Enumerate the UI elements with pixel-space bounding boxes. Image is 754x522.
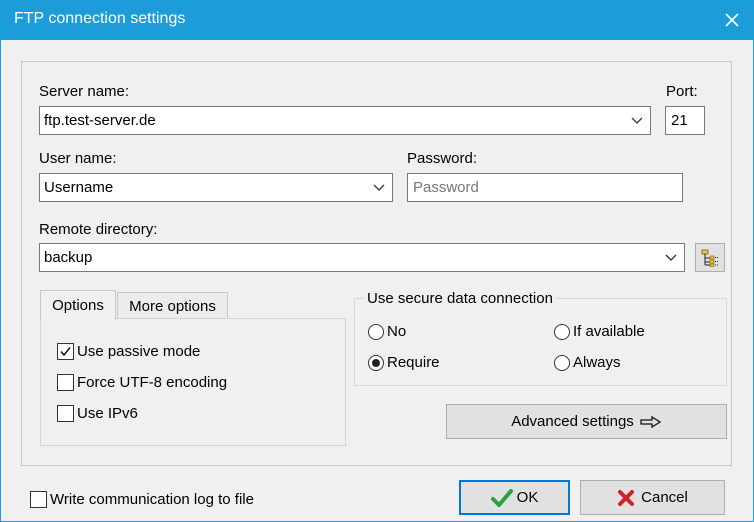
close-button[interactable]: [710, 0, 754, 40]
force-utf8-checkbox[interactable]: Force UTF-8 encoding: [57, 374, 227, 391]
radio-selected-icon: [368, 354, 384, 371]
secure-if-available-radio[interactable]: If available: [554, 323, 645, 340]
close-icon: [725, 13, 739, 27]
use-ipv6-label: Use IPv6: [77, 405, 138, 422]
port-label: Port:: [666, 83, 698, 100]
browse-directory-button[interactable]: [695, 243, 725, 272]
use-passive-mode-checkbox[interactable]: Use passive mode: [57, 343, 200, 360]
chevron-down-icon[interactable]: [658, 244, 684, 271]
checkmark-icon: [490, 488, 513, 507]
server-name-combobox[interactable]: ftp.test-server.de: [39, 106, 651, 135]
secure-always-radio[interactable]: Always: [554, 354, 621, 371]
tab-more-options[interactable]: More options: [117, 292, 228, 320]
checkbox-unchecked-icon: [57, 374, 74, 391]
tab-options[interactable]: Options: [40, 290, 116, 320]
ok-button[interactable]: OK: [459, 480, 570, 515]
force-utf8-label: Force UTF-8 encoding: [77, 374, 228, 391]
arrow-right-icon: [640, 415, 662, 428]
secure-require-label: Require: [387, 354, 440, 371]
remote-directory-combobox[interactable]: backup: [39, 243, 685, 272]
port-value: 21: [671, 112, 688, 129]
cancel-button[interactable]: Cancel: [580, 480, 725, 515]
radio-unselected-icon: [368, 323, 384, 340]
secure-always-label: Always: [573, 354, 621, 371]
secure-if-available-label: If available: [573, 323, 645, 340]
secure-connection-title: Use secure data connection: [364, 290, 556, 307]
remote-directory-value: backup: [44, 249, 93, 266]
chevron-down-icon[interactable]: [624, 107, 650, 134]
password-field[interactable]: Password: [407, 173, 683, 202]
password-label: Password:: [407, 150, 478, 167]
secure-no-label: No: [387, 323, 407, 340]
write-log-checkbox[interactable]: Write communication log to file: [30, 491, 254, 508]
user-name-label: User name:: [39, 150, 117, 167]
password-placeholder: Password: [413, 179, 479, 196]
advanced-settings-button[interactable]: Advanced settings: [446, 404, 727, 439]
use-passive-mode-label: Use passive mode: [77, 343, 201, 360]
advanced-settings-label: Advanced settings: [511, 413, 634, 430]
x-mark-icon: [618, 489, 635, 506]
checkbox-unchecked-icon: [30, 491, 47, 508]
chevron-down-icon[interactable]: [366, 174, 392, 201]
write-log-label: Write communication log to file: [50, 491, 254, 508]
cancel-label: Cancel: [641, 489, 688, 506]
window-title: FTP connection settings: [14, 10, 186, 27]
user-name-combobox[interactable]: Username: [39, 173, 393, 202]
radio-unselected-icon: [554, 354, 570, 371]
user-name-value: Username: [44, 179, 114, 196]
ok-label: OK: [516, 489, 539, 506]
secure-no-radio[interactable]: No: [368, 323, 406, 340]
checkbox-unchecked-icon: [57, 405, 74, 422]
folder-tree-icon: [701, 249, 718, 267]
secure-connection-group: [354, 298, 727, 386]
checkbox-checked-icon: [57, 343, 74, 360]
radio-unselected-icon: [554, 323, 570, 340]
port-field[interactable]: 21: [665, 106, 705, 135]
secure-require-radio[interactable]: Require: [368, 354, 440, 371]
server-name-value: ftp.test-server.de: [44, 112, 156, 129]
remote-directory-label: Remote directory:: [39, 221, 158, 238]
tab-options-label: Options: [52, 297, 104, 314]
server-name-label: Server name:: [39, 83, 130, 100]
use-ipv6-checkbox[interactable]: Use IPv6: [57, 405, 138, 422]
tab-more-options-label: More options: [129, 298, 216, 315]
